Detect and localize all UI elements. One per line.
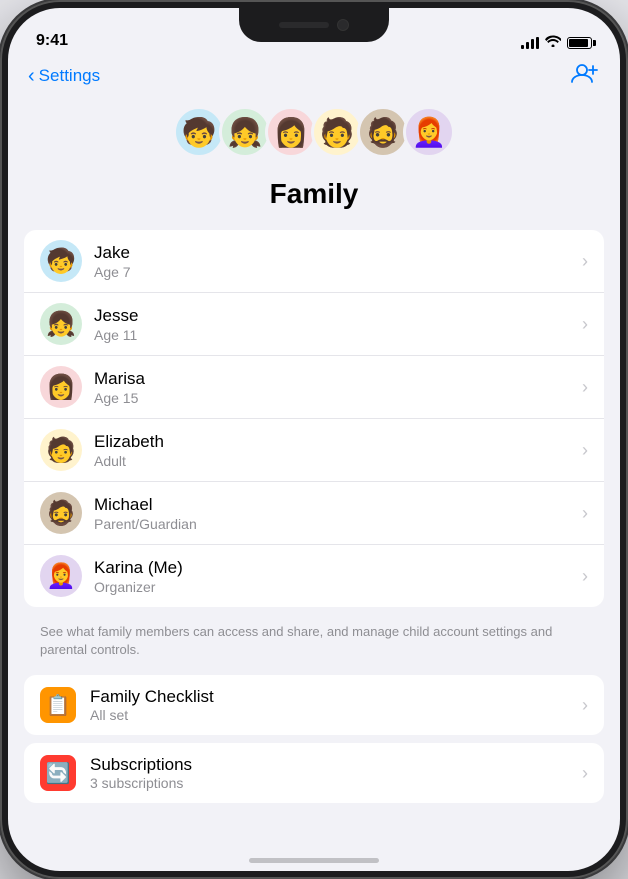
member-chevron-4: ›	[582, 503, 588, 524]
member-item-3[interactable]: 🧑 Elizabeth Adult ›	[24, 419, 604, 482]
member-avatar-0: 🧒	[40, 240, 82, 282]
member-text-0: Jake Age 7	[94, 243, 582, 280]
avatars-row: 🧒👧👩🧑🧔👩‍🦰	[24, 98, 604, 166]
feature-text-1: Subscriptions 3 subscriptions	[90, 755, 582, 791]
speaker	[279, 22, 329, 28]
wifi-icon	[545, 35, 561, 50]
member-avatar-2: 👩	[40, 366, 82, 408]
member-chevron-2: ›	[582, 377, 588, 398]
page-title: Family	[24, 178, 604, 210]
member-role-3: Adult	[94, 453, 582, 469]
member-avatar-5: 👩‍🦰	[40, 555, 82, 597]
back-label: Settings	[39, 66, 100, 86]
feature-chevron-0: ›	[582, 695, 588, 716]
member-text-4: Michael Parent/Guardian	[94, 495, 582, 532]
member-role-5: Organizer	[94, 579, 582, 595]
member-chevron-0: ›	[582, 251, 588, 272]
add-member-button[interactable]	[570, 62, 600, 90]
feature-card-1: 🔄 Subscriptions 3 subscriptions ›	[24, 743, 604, 803]
avatar-0: 🧒	[173, 106, 225, 158]
feature-icon-1: 🔄	[40, 755, 76, 791]
status-time: 9:41	[36, 32, 68, 50]
member-role-2: Age 15	[94, 390, 582, 406]
feature-text-0: Family Checklist All set	[90, 687, 582, 723]
battery-icon	[567, 37, 592, 49]
avatar-4: 🧔	[357, 106, 409, 158]
feature-name-0: Family Checklist	[90, 687, 582, 707]
member-chevron-1: ›	[582, 314, 588, 335]
footer-note: See what family members can access and s…	[24, 615, 604, 675]
member-avatar-4: 🧔	[40, 492, 82, 534]
member-item-2[interactable]: 👩 Marisa Age 15 ›	[24, 356, 604, 419]
phone-frame: 9:41	[0, 0, 628, 879]
back-chevron-icon: ‹	[28, 66, 35, 86]
member-chevron-5: ›	[582, 566, 588, 587]
screen: 9:41	[8, 8, 620, 871]
member-name-0: Jake	[94, 243, 582, 263]
feature-card-0: 📋 Family Checklist All set ›	[24, 675, 604, 735]
avatar-5: 👩‍🦰	[403, 106, 455, 158]
signal-icon	[521, 37, 539, 49]
member-role-4: Parent/Guardian	[94, 516, 582, 532]
feature-chevron-1: ›	[582, 763, 588, 784]
avatar-3: 🧑	[311, 106, 363, 158]
back-button[interactable]: ‹ Settings	[28, 66, 100, 86]
member-name-2: Marisa	[94, 369, 582, 389]
member-role-0: Age 7	[94, 264, 582, 280]
status-icons	[521, 35, 592, 50]
member-avatar-3: 🧑	[40, 429, 82, 471]
avatar-1: 👧	[219, 106, 271, 158]
member-text-5: Karina (Me) Organizer	[94, 558, 582, 595]
member-item-1[interactable]: 👧 Jesse Age 11 ›	[24, 293, 604, 356]
member-role-1: Age 11	[94, 327, 582, 343]
content-area: 🧒👧👩🧑🧔👩‍🦰 Family 🧒 Jake Age 7 › 👧 Jesse A…	[8, 98, 620, 851]
nav-bar: ‹ Settings	[8, 58, 620, 98]
member-name-4: Michael	[94, 495, 582, 515]
feature-sub-0: All set	[90, 707, 582, 723]
member-name-5: Karina (Me)	[94, 558, 582, 578]
member-name-1: Jesse	[94, 306, 582, 326]
feature-icon-0: 📋	[40, 687, 76, 723]
feature-item-0[interactable]: 📋 Family Checklist All set ›	[24, 675, 604, 735]
feature-item-1[interactable]: 🔄 Subscriptions 3 subscriptions ›	[24, 743, 604, 803]
family-members-list: 🧒 Jake Age 7 › 👧 Jesse Age 11 › 👩 Marisa…	[24, 230, 604, 607]
feature-name-1: Subscriptions	[90, 755, 582, 775]
feature-sub-1: 3 subscriptions	[90, 775, 582, 791]
member-name-3: Elizabeth	[94, 432, 582, 452]
member-text-3: Elizabeth Adult	[94, 432, 582, 469]
camera	[337, 19, 349, 31]
avatar-2: 👩	[265, 106, 317, 158]
notch	[239, 8, 389, 42]
member-text-1: Jesse Age 11	[94, 306, 582, 343]
feature-cards: 📋 Family Checklist All set › 🔄 Subscript…	[24, 675, 604, 803]
member-chevron-3: ›	[582, 440, 588, 461]
member-item-0[interactable]: 🧒 Jake Age 7 ›	[24, 230, 604, 293]
home-indicator	[249, 858, 379, 863]
member-text-2: Marisa Age 15	[94, 369, 582, 406]
member-avatar-1: 👧	[40, 303, 82, 345]
member-item-4[interactable]: 🧔 Michael Parent/Guardian ›	[24, 482, 604, 545]
member-item-5[interactable]: 👩‍🦰 Karina (Me) Organizer ›	[24, 545, 604, 607]
